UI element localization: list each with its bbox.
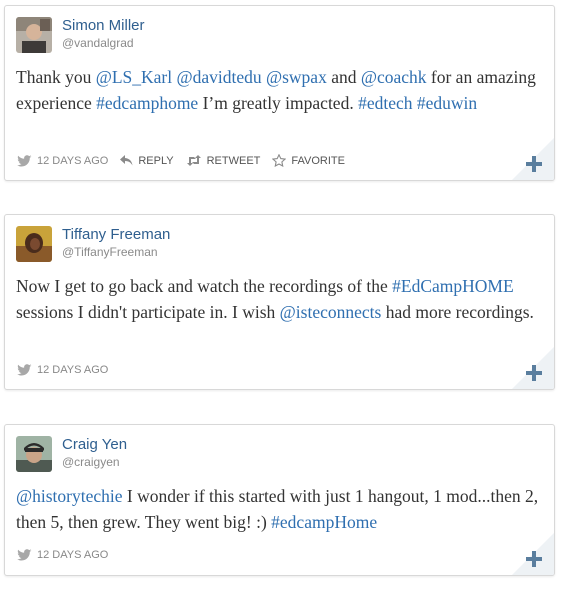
- tweet-card: Craig Yen @craigyen @historytechie I won…: [4, 424, 555, 576]
- timestamp-label: 12 DAYS AGO: [37, 154, 109, 167]
- timestamp[interactable]: 12 DAYS AGO: [17, 549, 108, 561]
- mention-link[interactable]: @swpax: [266, 67, 327, 87]
- mention-link[interactable]: @davidtedu: [176, 67, 261, 87]
- twitter-bird-icon: [17, 364, 32, 376]
- retweet-icon: [186, 155, 201, 166]
- hashtag-link[interactable]: #edcamphome: [96, 93, 198, 113]
- mention-link[interactable]: @coachk: [361, 67, 427, 87]
- reply-icon: [120, 155, 133, 166]
- tweet-card: Simon Miller @vandalgrad Thank you @LS_K…: [4, 5, 555, 181]
- star-icon: [272, 154, 287, 167]
- tweet-footer: 12 DAYS AGO: [17, 364, 120, 376]
- hashtag-link[interactable]: #edcampHome: [271, 512, 377, 532]
- hashtag-link[interactable]: #EdCampHOME: [392, 276, 514, 296]
- reply-button[interactable]: REPLY: [120, 154, 174, 167]
- favorite-label: FAVORITE: [291, 154, 345, 167]
- expand-plus-icon[interactable]: [526, 551, 542, 567]
- favorite-button[interactable]: FAVORITE: [272, 154, 345, 167]
- tweet-footer: 12 DAYS AGO REPLY RETWEET FAVORITE: [17, 154, 357, 167]
- tweet-text: @historytechie I wonder if this started …: [16, 483, 546, 535]
- tweet-text-segment: and: [326, 67, 361, 87]
- tweet-text-segment: sessions I didn't participate in. I wish: [16, 302, 280, 322]
- retweet-button[interactable]: RETWEET: [186, 154, 261, 167]
- reply-label: REPLY: [138, 154, 174, 167]
- expand-plus-icon[interactable]: [526, 156, 542, 172]
- avatar-photo-icon: [16, 436, 52, 472]
- author-handle: @vandalgrad: [62, 36, 134, 50]
- mention-link[interactable]: @historytechie: [16, 486, 123, 506]
- tweet-text: Thank you @LS_Karl @davidtedu @swpax and…: [16, 64, 546, 116]
- retweet-label: RETWEET: [206, 154, 261, 167]
- author-handle: @craigyen: [62, 455, 120, 469]
- mention-link[interactable]: @isteconnects: [280, 302, 382, 322]
- avatar[interactable]: [16, 436, 52, 472]
- author-name[interactable]: Simon Miller: [62, 17, 145, 34]
- avatar-photo-icon: [16, 17, 52, 53]
- timestamp-label: 12 DAYS AGO: [37, 364, 109, 376]
- hashtag-link[interactable]: #edtech: [358, 93, 412, 113]
- tweet-footer: 12 DAYS AGO: [17, 549, 120, 561]
- tweet-text: Now I get to go back and watch the recor…: [16, 273, 546, 325]
- avatar-photo-icon: [16, 226, 52, 262]
- tweet-text-segment: Now I get to go back and watch the recor…: [16, 276, 393, 296]
- tweet-text-segment: had more recordings.: [381, 302, 534, 322]
- twitter-bird-icon: [17, 549, 32, 561]
- avatar[interactable]: [16, 226, 52, 262]
- author-name[interactable]: Tiffany Freeman: [62, 226, 170, 243]
- expand-plus-icon[interactable]: [526, 365, 542, 381]
- twitter-bird-icon: [17, 154, 32, 166]
- hashtag-link[interactable]: #eduwin: [417, 93, 477, 113]
- mention-link[interactable]: @LS_Karl: [96, 67, 172, 87]
- tweet-card: Tiffany Freeman @TiffanyFreeman Now I ge…: [4, 214, 555, 390]
- tweet-text-segment: Thank you: [16, 67, 96, 87]
- timestamp[interactable]: 12 DAYS AGO: [17, 364, 108, 376]
- author-handle: @TiffanyFreeman: [62, 245, 158, 259]
- avatar[interactable]: [16, 17, 52, 53]
- timestamp-label: 12 DAYS AGO: [37, 549, 109, 561]
- timestamp[interactable]: 12 DAYS AGO: [17, 155, 108, 167]
- author-name[interactable]: Craig Yen: [62, 436, 127, 453]
- tweet-text-segment: I’m greatly impacted.: [198, 93, 359, 113]
